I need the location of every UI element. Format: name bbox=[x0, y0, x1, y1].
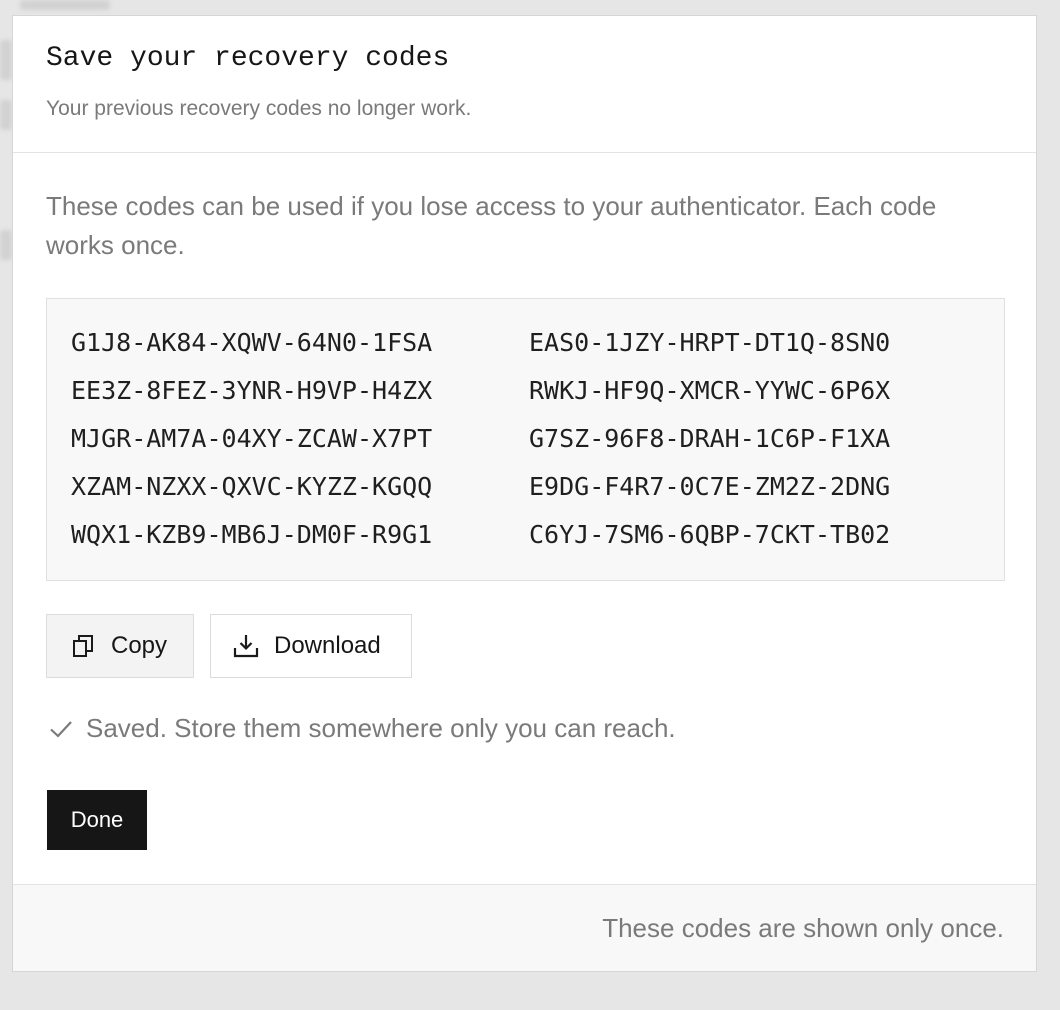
download-icon bbox=[233, 633, 259, 659]
background-blur-shape bbox=[0, 100, 12, 130]
recovery-code: G1J8-AK84-XQWV-64N0-1FSA bbox=[71, 328, 433, 357]
recovery-code: E9DG-F4R7-0C7E-ZM2Z-2DNG bbox=[529, 472, 891, 501]
background-blur-shape bbox=[0, 230, 12, 260]
background-blur-shape bbox=[0, 40, 12, 80]
background-blur-shape bbox=[20, 0, 110, 10]
recovery-code: RWKJ-HF9Q-XMCR-YYWC-6P6X bbox=[529, 376, 891, 405]
dialog-footer: These codes are shown only once. bbox=[13, 884, 1036, 971]
footer-note: These codes are shown only once. bbox=[602, 913, 1004, 943]
check-icon bbox=[48, 716, 74, 742]
dialog-subtitle: Your previous recovery codes no longer w… bbox=[46, 97, 472, 120]
recovery-code: WQX1-KZB9-MB6J-DM0F-R9G1 bbox=[71, 520, 433, 549]
copy-button[interactable]: Copy bbox=[46, 614, 194, 678]
dialog-title: Save your recovery codes bbox=[46, 43, 450, 74]
recovery-codes-list: G1J8-AK84-XQWV-64N0-1FSA EAS0-1JZY-HRPT-… bbox=[71, 319, 949, 559]
recovery-codes-dialog: Save your recovery codes Your previous r… bbox=[12, 15, 1037, 972]
recovery-code: C6YJ-7SM6-6QBP-7CKT-TB02 bbox=[529, 520, 891, 549]
recovery-code: G7SZ-96F8-DRAH-1C6P-F1XA bbox=[529, 424, 891, 453]
recovery-code: MJGR-AM7A-04XY-ZCAW-X7PT bbox=[71, 424, 433, 453]
done-button[interactable]: Done bbox=[47, 790, 147, 850]
download-button[interactable]: Download bbox=[210, 614, 412, 678]
recovery-code: EAS0-1JZY-HRPT-DT1Q-8SN0 bbox=[529, 328, 891, 357]
recovery-codes-box: G1J8-AK84-XQWV-64N0-1FSA EAS0-1JZY-HRPT-… bbox=[46, 298, 1005, 581]
dialog-header: Save your recovery codes Your previous r… bbox=[13, 16, 1036, 153]
download-button-label: Download bbox=[274, 632, 381, 659]
saved-status: Saved. Store them somewhere only you can… bbox=[48, 713, 676, 744]
saved-status-text: Saved. Store them somewhere only you can… bbox=[86, 713, 676, 743]
recovery-code: XZAM-NZXX-QXVC-KYZZ-KGQQ bbox=[71, 472, 433, 501]
recovery-code: EE3Z-8FEZ-3YNR-H9VP-H4ZX bbox=[71, 376, 433, 405]
copy-icon bbox=[71, 633, 97, 659]
copy-button-label: Copy bbox=[111, 632, 168, 659]
intro-text: These codes can be used if you lose acce… bbox=[46, 191, 937, 260]
